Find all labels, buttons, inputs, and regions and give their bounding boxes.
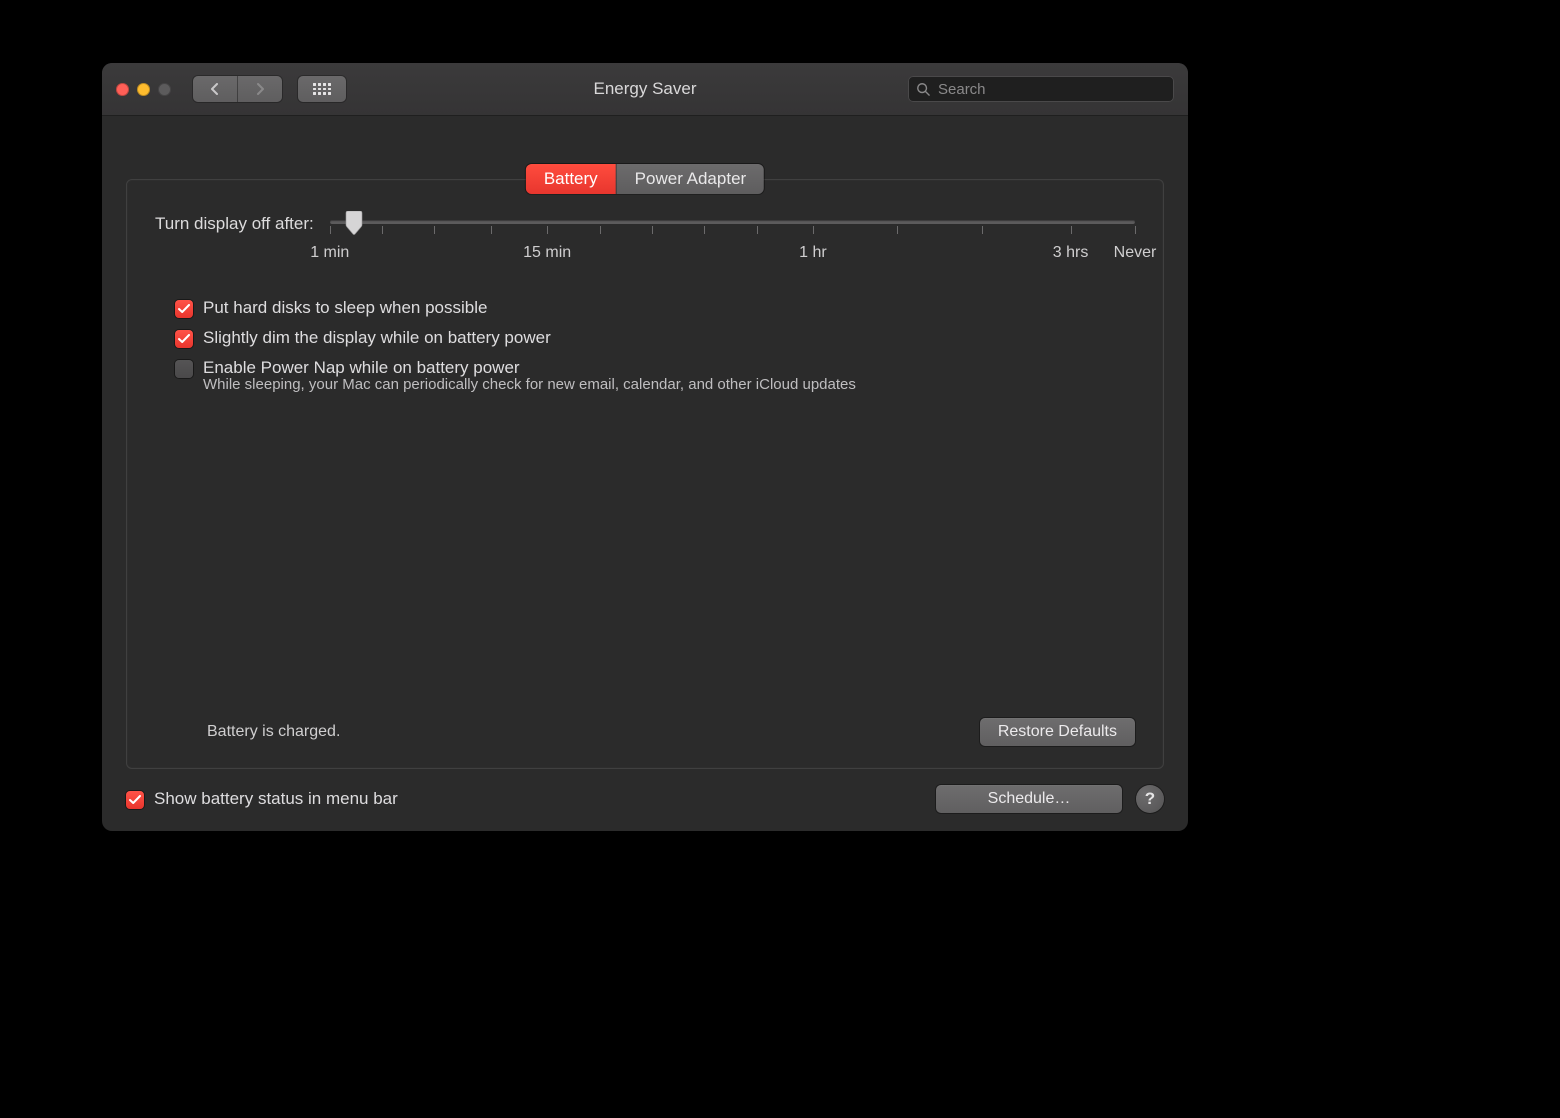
help-button[interactable]: ? [1136, 785, 1164, 813]
search-field[interactable] [908, 76, 1174, 102]
preferences-body: Battery Power Adapter Turn display off a… [102, 116, 1188, 831]
option-hard-disks-label: Put hard disks to sleep when possible [203, 298, 487, 318]
checkmark-icon [178, 304, 190, 314]
display-off-slider[interactable]: 1 min 15 min 1 hr 3 hrs Never [330, 210, 1135, 270]
bottom-row: Show battery status in menu bar Schedule… [126, 785, 1164, 813]
checkbox-hard-disks[interactable] [175, 300, 193, 318]
zoom-window-button[interactable] [158, 83, 171, 96]
checkbox-show-battery-menu[interactable] [126, 791, 144, 809]
preferences-window: Energy Saver Battery Power Adapter Turn … [102, 63, 1188, 831]
checkmark-icon [178, 334, 190, 344]
display-off-label: Turn display off after: [155, 214, 314, 234]
restore-defaults-button[interactable]: Restore Defaults [980, 718, 1135, 746]
battery-status-text: Battery is charged. [207, 723, 340, 741]
slider-track [330, 220, 1135, 224]
checkbox-power-nap[interactable] [175, 360, 193, 378]
back-button[interactable] [193, 76, 237, 102]
options-list: Put hard disks to sleep when possible Sl… [175, 298, 1135, 399]
option-power-nap[interactable]: Enable Power Nap while on battery power [175, 358, 1135, 378]
tick-label-never: Never [1114, 244, 1157, 262]
tick-label-15min: 15 min [523, 244, 571, 262]
tab-bar: Battery Power Adapter [526, 164, 764, 194]
tab-power-adapter[interactable]: Power Adapter [616, 164, 765, 194]
slider-ticks [330, 226, 1135, 238]
search-icon [916, 82, 930, 96]
search-input[interactable] [936, 80, 1166, 99]
option-power-nap-description: While sleeping, your Mac can periodicall… [203, 376, 1135, 393]
schedule-button[interactable]: Schedule… [936, 785, 1122, 813]
show-all-button[interactable] [298, 76, 346, 102]
option-hard-disks[interactable]: Put hard disks to sleep when possible [175, 298, 1135, 318]
option-dim-display-label: Slightly dim the display while on batter… [203, 328, 551, 348]
option-show-battery-menu[interactable]: Show battery status in menu bar [126, 789, 398, 809]
chevron-left-icon [210, 83, 220, 95]
tick-label-1hr: 1 hr [799, 244, 827, 262]
window-controls [116, 83, 171, 96]
minimize-window-button[interactable] [137, 83, 150, 96]
tab-battery[interactable]: Battery [526, 164, 616, 194]
checkbox-dim-display[interactable] [175, 330, 193, 348]
slider-thumb[interactable] [344, 211, 364, 235]
forward-button[interactable] [237, 76, 282, 102]
option-dim-display[interactable]: Slightly dim the display while on batter… [175, 328, 1135, 348]
panel-footer: Battery is charged. Restore Defaults [155, 714, 1135, 754]
display-off-row: Turn display off after: 1 min 15 min 1 h… [155, 210, 1135, 270]
settings-panel: Turn display off after: 1 min 15 min 1 h… [126, 179, 1164, 769]
titlebar: Energy Saver [102, 63, 1188, 116]
checkmark-icon [129, 795, 141, 805]
chevron-right-icon [255, 83, 265, 95]
tick-label-1min: 1 min [310, 244, 349, 262]
nav-buttons [193, 76, 282, 102]
tick-label-3hr: 3 hrs [1053, 244, 1089, 262]
show-battery-menu-label: Show battery status in menu bar [154, 789, 398, 809]
option-power-nap-label: Enable Power Nap while on battery power [203, 358, 520, 378]
grid-icon [313, 83, 331, 95]
close-window-button[interactable] [116, 83, 129, 96]
